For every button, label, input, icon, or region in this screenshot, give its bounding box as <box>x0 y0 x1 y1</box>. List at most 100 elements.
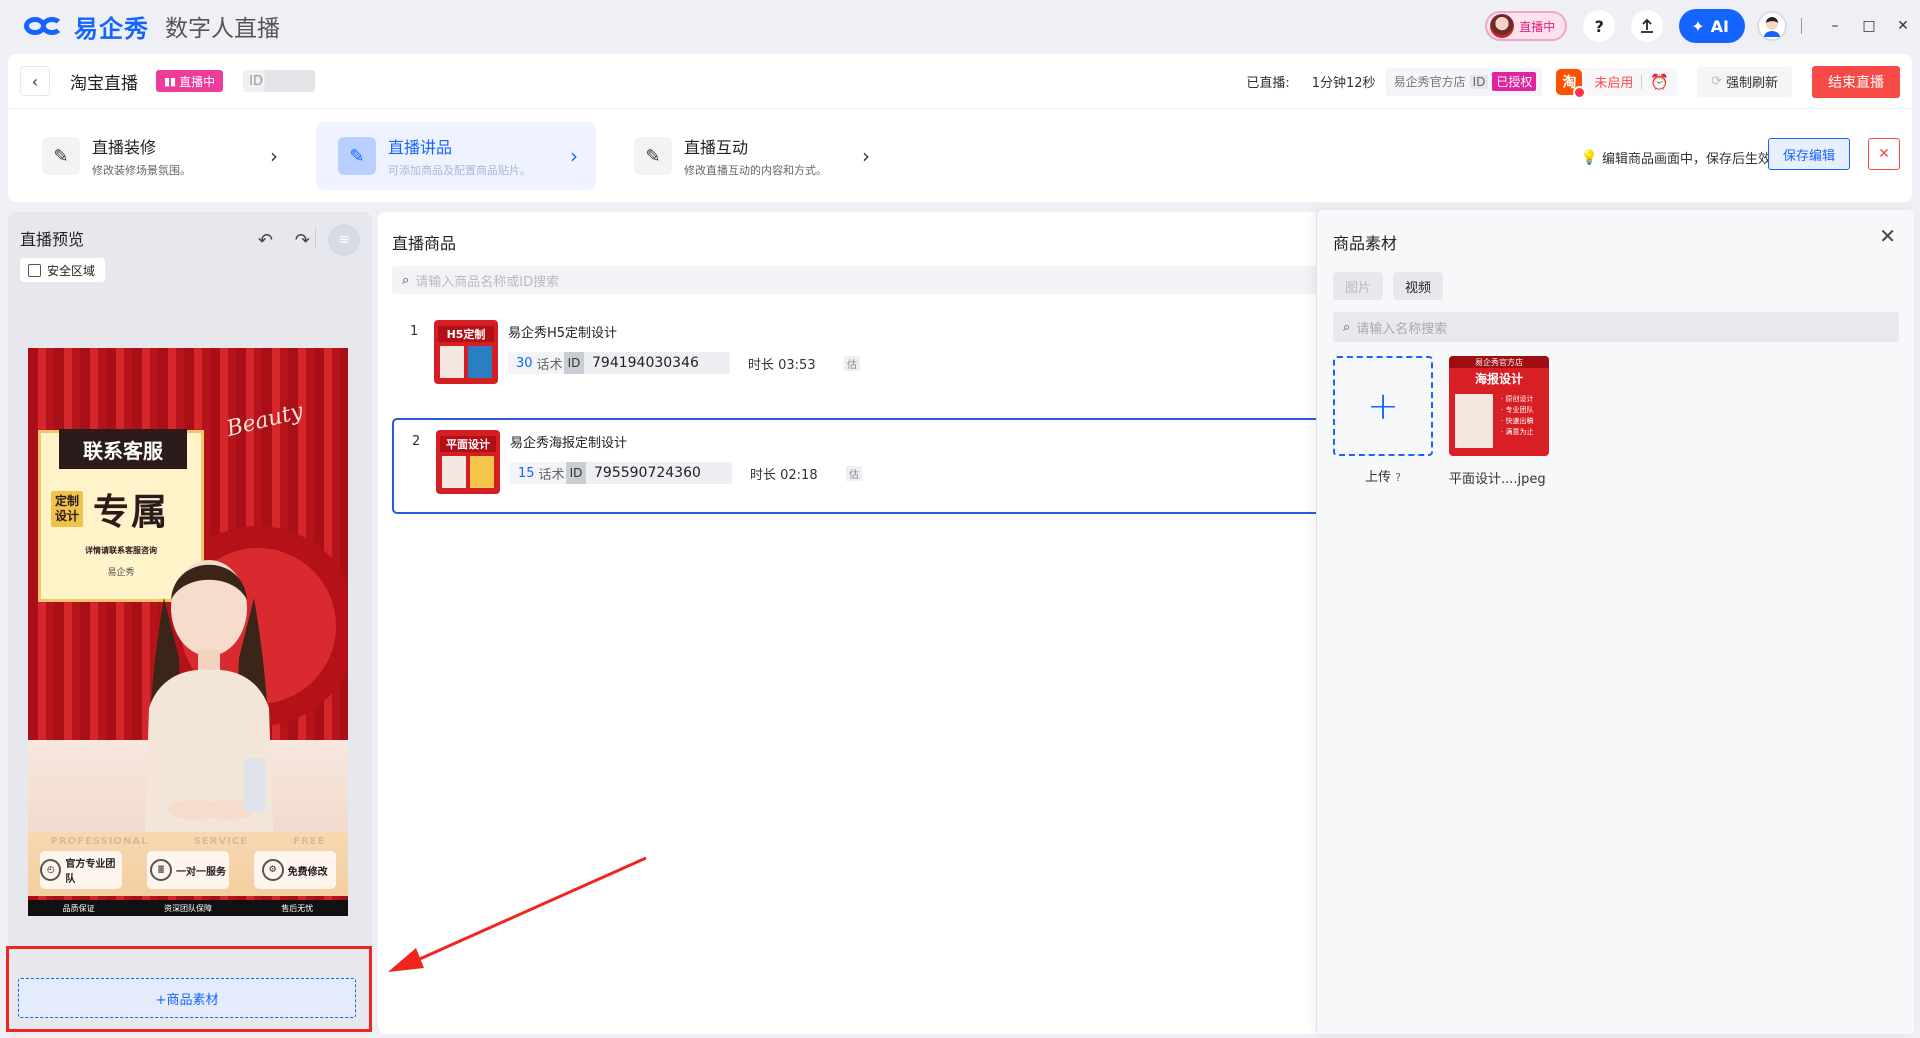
live-preview-canvas[interactable]: Beauty 联系客服 定制 设计 专属 详情请联系客服咨询 易企秀 PROFE… <box>28 348 348 916</box>
shop-name: 易企秀官方店 <box>1393 75 1466 89</box>
material-filename: 平面设计....jpeg <box>1449 472 1546 487</box>
script-count-button[interactable]: 30 话术 <box>508 352 571 374</box>
script-label: 话术 <box>538 467 565 483</box>
help-button[interactable]: ? <box>1583 10 1616 42</box>
refresh-icon: ⟳ <box>1711 74 1722 89</box>
material-title: 海报设计 <box>1474 372 1523 386</box>
logo-icon <box>24 15 68 37</box>
estimate-badge: 估 <box>846 466 862 481</box>
ai-button[interactable]: ✦ AI <box>1679 9 1745 43</box>
gear-icon: ⚙ <box>261 859 284 881</box>
room-id: ID <box>243 70 316 92</box>
material-line: · 专业团队 <box>1501 406 1534 414</box>
id-value: 795590724360 <box>594 465 701 481</box>
ai-label: AI <box>1710 16 1729 36</box>
feature-label: 免费修改 <box>287 866 328 878</box>
safe-area-checkbox[interactable]: 安全区域 <box>20 258 106 282</box>
chevron-right-icon: › <box>570 144 578 168</box>
script-count-button[interactable]: 15 话术 <box>510 462 573 484</box>
step-products[interactable]: ✎ 直播讲品 可添加商品及配置商品贴片。 › <box>316 122 596 190</box>
alarm-clock-icon[interactable]: ⏰ <box>1650 73 1669 91</box>
room-id-label: ID <box>249 73 263 89</box>
brand-name: 易企秀 <box>74 14 149 43</box>
duration: 时长 02:18 <box>750 468 818 483</box>
step-desc: 可添加商品及配置商品贴片。 <box>388 164 531 177</box>
step-decoration[interactable]: ✎ 直播装修 修改装修场景氛围。 › <box>20 122 296 190</box>
feature-bar: PROFESSIONAL SERVICE FREE ◴ 官方专业团队 ≣ 一对一服务… <box>28 832 348 896</box>
redo-icon[interactable]: ↷ <box>295 230 310 251</box>
authorized-badge: 已授权 <box>1492 72 1537 91</box>
material-thumbnail[interactable]: 易企秀官方店 海报设计 · 原创设计 · 专业团队 · 快速出稿 · 满意为止 <box>1449 356 1549 456</box>
live-bars-icon: ▮▮ <box>164 74 177 88</box>
feature-head: SERVICE <box>193 836 249 847</box>
card-title: 联系客服 <box>59 429 187 469</box>
material-drawer: 商品素材 ✕ 图片 视频 ⌕ 请输入名称搜索 + 上传 ? 易企秀官方店 海报设… <box>1316 210 1914 1034</box>
chevron-left-icon: ‹ <box>31 71 39 91</box>
user-avatar[interactable] <box>1757 11 1787 41</box>
material-search-input[interactable]: ⌕ 请输入名称搜索 <box>1333 312 1899 342</box>
document-icon: ≣ <box>149 859 172 881</box>
save-edit-button[interactable]: 保存编辑 <box>1767 138 1850 170</box>
elapsed-label: 已直播: <box>1246 76 1290 91</box>
tab-videos[interactable]: 视频 <box>1393 272 1444 300</box>
taobao-state: 未启用 <box>1594 76 1634 91</box>
help-icon[interactable]: ? <box>1395 471 1401 484</box>
search-placeholder: 请输入商品名称或ID搜索 <box>415 274 560 290</box>
search-icon: ⌕ <box>1343 319 1351 335</box>
upload-icon <box>1641 18 1654 33</box>
undo-icon[interactable]: ↶ <box>258 230 273 251</box>
help-icon: ? <box>1594 16 1604 36</box>
maximize-button[interactable]: □ <box>1852 9 1886 43</box>
script-count: 15 <box>518 465 535 481</box>
list-item[interactable]: 2 平面设计 易企秀海报定制设计 15 话术 ID 795590724360 时… <box>392 418 1362 514</box>
chevron-right-icon: › <box>862 144 870 168</box>
products-title: 直播商品 <box>392 234 457 253</box>
shop-info: 易企秀官方店 ID 已授权 <box>1385 67 1543 96</box>
feature-item: ≣ 一对一服务 <box>146 851 229 889</box>
back-button[interactable]: ‹ <box>20 66 50 96</box>
live-status-pill[interactable]: 直播中 <box>1485 11 1568 41</box>
force-refresh-button[interactable]: ⟳ 强制刷新 <box>1697 66 1792 97</box>
shop-id-label: ID <box>1469 74 1489 89</box>
material-line: · 满意为止 <box>1501 428 1534 436</box>
force-refresh-label: 强制刷新 <box>1725 76 1778 91</box>
upload-label: 上传 ? <box>1333 466 1433 485</box>
end-live-button[interactable]: 结束直播 <box>1812 65 1900 98</box>
layers-icon[interactable]: ≋ <box>328 224 360 256</box>
checkbox-icon <box>28 263 41 277</box>
product-thumbnail: 平面设计 <box>436 430 500 494</box>
close-icon[interactable]: ✕ <box>1879 224 1896 248</box>
item-index: 2 <box>412 434 421 449</box>
step-interaction[interactable]: ✎ 直播互动 修改直播互动的内容和方式。 › <box>612 122 888 190</box>
feature-label: 官方专业团队 <box>65 859 116 885</box>
minimize-button[interactable]: – <box>1818 9 1852 43</box>
id-label: ID <box>566 462 586 484</box>
product-id: ID 795590724360 <box>566 462 732 484</box>
title-bar: 易企秀 数字人直播 直播中 ? ✦ AI – □ ✕ <box>0 0 1920 52</box>
upload-button[interactable] <box>1631 10 1664 42</box>
lightbulb-icon: 💡 <box>1580 149 1598 166</box>
product-search-input[interactable]: ⌕ 请输入商品名称或ID搜索 <box>392 266 1362 294</box>
chevron-right-icon: › <box>270 144 278 168</box>
taobao-icon: 淘 <box>1556 68 1587 99</box>
upload-button[interactable]: + <box>1333 356 1433 456</box>
live-header: ‹ 淘宝直播 ▮▮ 直播中 ID 已直播: 1分钟12秒 易企秀官方店 ID 已… <box>8 54 1912 202</box>
plus-icon: + <box>1367 384 1399 428</box>
edit-icon: ✎ <box>634 137 672 175</box>
step-title: 直播装修 <box>92 138 157 157</box>
list-item[interactable]: 1 H5定制 易企秀H5定制设计 30 话术 ID 794194030346 时… <box>392 310 1362 406</box>
close-icon[interactable]: ✕ <box>1868 138 1900 170</box>
clock-icon: ◴ <box>40 859 62 881</box>
poster-footer: 品质保证 资深团队保障 售后无忧 <box>28 900 348 916</box>
close-window-button[interactable]: ✕ <box>1886 9 1920 43</box>
duration: 时长 03:53 <box>748 358 816 373</box>
card-small-text: 定制 设计 <box>51 491 84 527</box>
script-label: 话术 <box>536 357 563 373</box>
status-badge: ▮▮ 直播中 <box>156 70 224 92</box>
taobao-status[interactable]: 淘 未启用 ⏰ <box>1556 67 1678 99</box>
divider <box>1801 18 1802 34</box>
id-label: ID <box>564 352 584 374</box>
page-title: 淘宝直播 <box>70 73 138 94</box>
add-material-button[interactable]: +商品素材 <box>18 978 356 1018</box>
tab-images[interactable]: 图片 <box>1333 272 1384 300</box>
